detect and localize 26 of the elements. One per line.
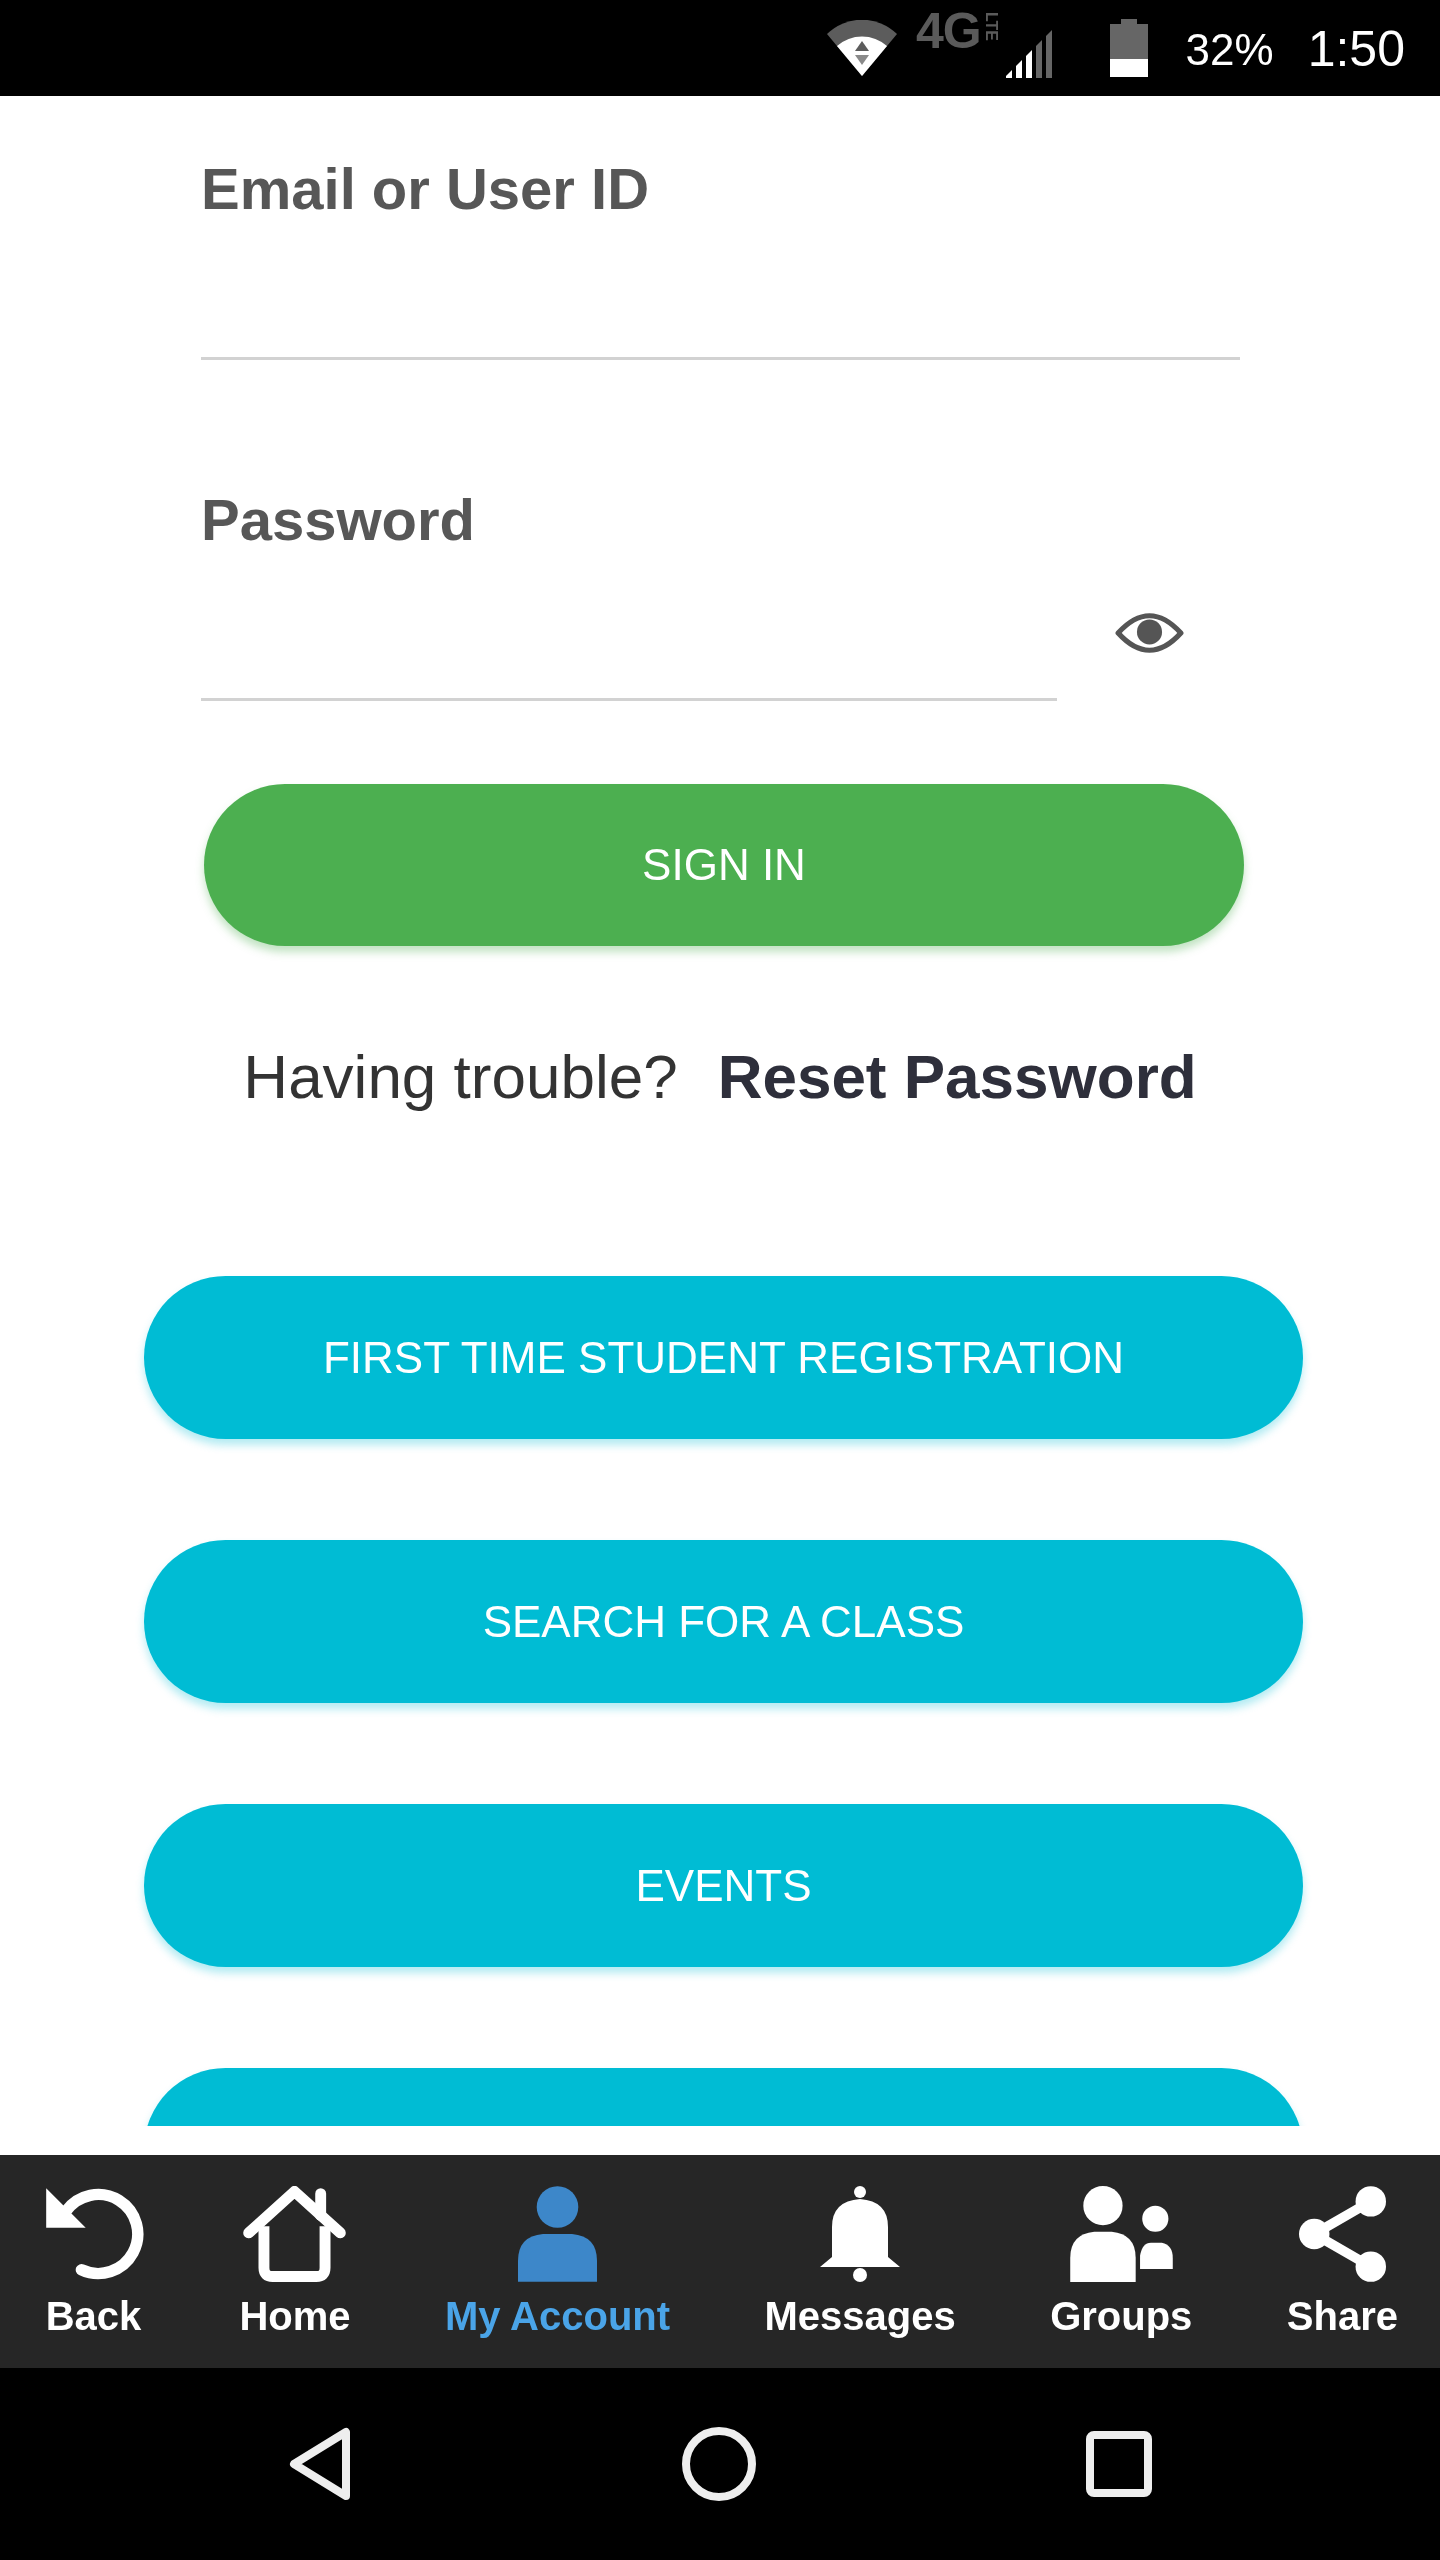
- clock-time: 1:50: [1307, 24, 1405, 74]
- help-text: Having trouble?: [243, 1041, 678, 1113]
- people-icon: [1069, 2186, 1173, 2282]
- person-icon: [518, 2186, 597, 2282]
- wifi-icon: [826, 20, 897, 76]
- signal-icon: [1005, 30, 1052, 78]
- network-sub-label: LTE: [981, 12, 1000, 42]
- house-icon: [243, 2186, 347, 2282]
- recents-square-icon[interactable]: [1086, 2431, 1152, 2497]
- reset-password-link[interactable]: Reset Password: [717, 1040, 1197, 1114]
- field-label: Password: [201, 486, 476, 554]
- battery-percentage: 32%: [1185, 28, 1274, 72]
- tab-bar-item[interactable]: My Account: [444, 2186, 671, 2340]
- battery-icon: [1109, 19, 1148, 77]
- eye-icon[interactable]: [1115, 611, 1184, 655]
- bell-icon: [820, 2186, 901, 2282]
- field-label: Email or User ID: [201, 155, 651, 223]
- tab-bar-item[interactable]: Groups: [1050, 2186, 1193, 2340]
- share-icon: [1298, 2186, 1386, 2282]
- tab-bar-item[interactable]: Share: [1286, 2186, 1398, 2340]
- back-triangle-icon[interactable]: [288, 2427, 352, 2501]
- tab-bar-item[interactable]: Home: [239, 2186, 351, 2340]
- network-type-label: 4G: [915, 6, 981, 56]
- home-circle-icon[interactable]: [682, 2427, 756, 2501]
- tab-bar-item[interactable]: Messages: [764, 2186, 956, 2340]
- tab-bar-item[interactable]: Back: [42, 2186, 145, 2340]
